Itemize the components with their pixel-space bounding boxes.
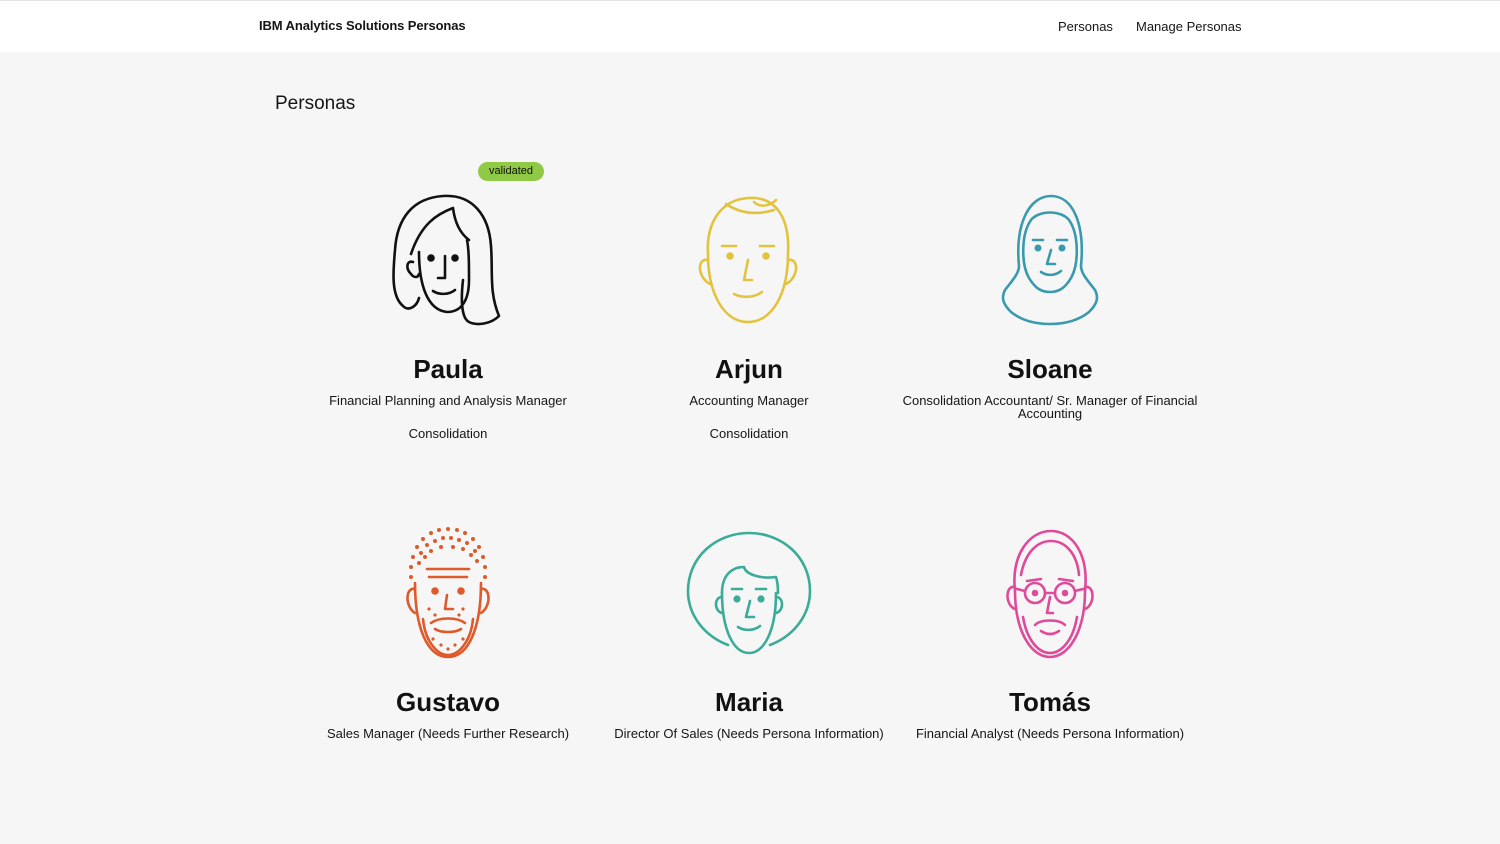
avatar xyxy=(599,194,899,334)
man-glasses-icon xyxy=(1006,529,1094,659)
man-beard-icon xyxy=(406,527,490,659)
persona-name: Maria xyxy=(715,687,783,717)
persona-name: Gustavo xyxy=(395,687,501,717)
persona-role: Consolidation Accountant/ Sr. Manager of… xyxy=(902,393,1198,421)
persona-card-maria[interactable]: Maria Director Of Sales (Needs Persona I… xyxy=(599,527,899,740)
persona-role: Financial Analyst (Needs Persona Informa… xyxy=(915,726,1185,741)
avatar xyxy=(599,527,899,667)
nav-personas-link[interactable]: Personas xyxy=(1058,19,1113,34)
persona-card-arjun[interactable]: Arjun Accounting Manager Consolidation xyxy=(599,194,899,440)
persona-name: Sloane xyxy=(1007,354,1093,384)
persona-name: Arjun xyxy=(715,354,783,384)
brand-link[interactable]: IBM Analytics Solutions Personas xyxy=(259,18,466,33)
avatar xyxy=(298,527,598,667)
avatar xyxy=(900,527,1200,667)
woman-afro-icon xyxy=(686,531,812,655)
avatar xyxy=(298,194,598,334)
page-title: Personas xyxy=(275,93,356,114)
persona-card-tomas[interactable]: Tomás Financial Analyst (Needs Persona I… xyxy=(900,527,1200,740)
persona-card-sloane[interactable]: Sloane Consolidation Accountant/ Sr. Man… xyxy=(900,194,1200,420)
persona-category: Consolidation xyxy=(408,426,488,441)
persona-category: Consolidation xyxy=(709,426,789,441)
persona-role: Financial Planning and Analysis Manager xyxy=(329,393,567,408)
validated-badge: validated xyxy=(478,162,545,181)
woman-long-hair-icon xyxy=(392,194,501,326)
persona-name: Tomás xyxy=(1009,687,1091,717)
top-navigation-bar: IBM Analytics Solutions Personas Persona… xyxy=(0,0,1500,52)
man-short-hair-icon xyxy=(698,196,798,324)
nav-manage-personas-link[interactable]: Manage Personas xyxy=(1136,19,1242,34)
persona-role: Sales Manager (Needs Further Research) xyxy=(326,726,570,741)
persona-name: Paula xyxy=(413,354,483,384)
persona-role: Director Of Sales (Needs Persona Informa… xyxy=(614,726,884,741)
avatar xyxy=(900,194,1200,334)
woman-hijab-icon xyxy=(1001,194,1099,326)
persona-card-gustavo[interactable]: Gustavo Sales Manager (Needs Further Res… xyxy=(298,527,598,740)
persona-card-paula[interactable]: Paula Financial Planning and Analysis Ma… xyxy=(298,194,598,440)
persona-role: Accounting Manager xyxy=(689,393,809,408)
